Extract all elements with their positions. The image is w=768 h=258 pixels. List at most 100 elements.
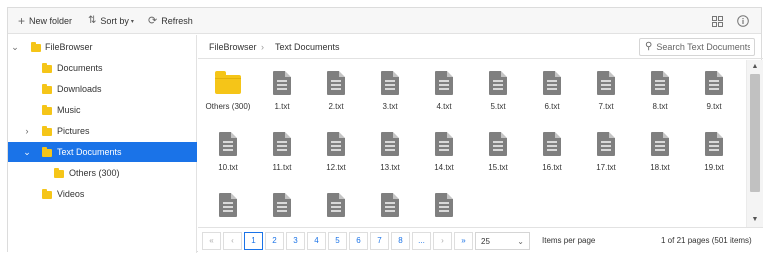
file-name: 18.txt [650, 163, 670, 172]
file-item[interactable]: 17.txt [579, 124, 633, 184]
file-item[interactable]: 12.txt [309, 124, 363, 184]
page-button-5[interactable]: 5 [328, 232, 347, 250]
file-item[interactable]: 3.txt [363, 63, 417, 123]
text-line [709, 149, 719, 151]
text-file-icon [219, 193, 237, 217]
folder-icon [42, 63, 52, 73]
previous-page-button[interactable]: ‹ [223, 232, 242, 250]
file-item[interactable]: 16.txt [525, 124, 579, 184]
page-button-7[interactable]: 7 [370, 232, 389, 250]
file-item[interactable]: 5.txt [471, 63, 525, 123]
file-item[interactable]: 9.txt [687, 63, 741, 123]
text-file-icon [327, 193, 345, 217]
breadcrumb-item-filebrowser[interactable]: FileBrowser [209, 35, 257, 59]
file-item[interactable]: 19.txt [687, 124, 741, 184]
page-button-1[interactable]: 1 [244, 232, 263, 250]
file-item[interactable]: 18.txt [633, 124, 687, 184]
text-line [655, 141, 665, 143]
text-file-icon [381, 193, 399, 217]
tree-label: Others (300) [69, 168, 120, 178]
text-file-icon [381, 71, 399, 95]
sort-icon: ⇅ [88, 15, 97, 26]
tree-label: Documents [57, 63, 103, 73]
file-item[interactable]: 8.txt [633, 63, 687, 123]
file-item[interactable]: 10.txt [201, 124, 255, 184]
file-item[interactable] [201, 185, 255, 227]
text-line [601, 84, 611, 86]
file-item[interactable] [309, 185, 363, 227]
new-folder-button[interactable]: + New folder [18, 8, 72, 34]
file-item[interactable] [363, 185, 417, 227]
details-button[interactable] [737, 8, 749, 34]
file-item[interactable] [255, 185, 309, 227]
folder-icon [42, 84, 52, 94]
items-per-page-label: Items per page [542, 236, 596, 245]
new-folder-label: New folder [29, 16, 73, 26]
tree-label: FileBrowser [45, 42, 93, 52]
page-button-8[interactable]: 8 [391, 232, 410, 250]
text-line [331, 202, 341, 204]
page-button-4[interactable]: 4 [307, 232, 326, 250]
text-file-icon [219, 132, 237, 156]
text-line [385, 210, 395, 212]
tree-item-music[interactable]: Music [8, 100, 197, 120]
more-pages-button[interactable]: ... [412, 232, 431, 250]
page-size-value: 25 [481, 236, 490, 246]
text-line [493, 145, 503, 147]
file-item[interactable]: 11.txt [255, 124, 309, 184]
file-item[interactable] [417, 185, 471, 227]
tree-item-filebrowser[interactable]: ⌄ FileBrowser [8, 37, 197, 57]
file-item[interactable]: 2.txt [309, 63, 363, 123]
text-line [601, 149, 611, 151]
text-line [331, 88, 341, 90]
file-name: 1.txt [274, 102, 290, 111]
scrollbar-thumb[interactable] [750, 74, 760, 192]
tree-item-documents[interactable]: Documents [8, 58, 197, 78]
refresh-button[interactable]: ⟳ Refresh [148, 8, 193, 34]
tree-item-downloads[interactable]: Downloads [8, 79, 197, 99]
tree-item-others[interactable]: Others (300) [8, 163, 197, 183]
page-button-3[interactable]: 3 [286, 232, 305, 250]
text-line [439, 80, 449, 82]
grid-view-button[interactable] [712, 8, 723, 34]
next-page-button[interactable]: › [433, 232, 452, 250]
file-name: 19.txt [704, 163, 724, 172]
text-line [439, 84, 449, 86]
file-item[interactable]: 1.txt [255, 63, 309, 123]
tree-item-videos[interactable]: Videos [8, 184, 197, 204]
text-line [277, 206, 287, 208]
page-button-2[interactable]: 2 [265, 232, 284, 250]
tree-label: Text Documents [57, 147, 122, 157]
file-name: 16.txt [542, 163, 562, 172]
text-line [223, 202, 233, 204]
page-button-6[interactable]: 6 [349, 232, 368, 250]
scroll-up-arrow-icon[interactable]: ▲ [747, 61, 763, 73]
text-line [223, 145, 233, 147]
chevron-down-icon[interactable]: ⌄ [22, 147, 32, 158]
text-line [277, 202, 287, 204]
file-item[interactable]: 15.txt [471, 124, 525, 184]
chevron-down-icon[interactable]: ⌄ [10, 42, 20, 53]
file-item[interactable]: 7.txt [579, 63, 633, 123]
file-item[interactable]: 4.txt [417, 63, 471, 123]
text-line [223, 206, 233, 208]
page-size-dropdown[interactable]: 25 ⌄ [475, 232, 530, 250]
plus-icon: + [18, 14, 26, 28]
folder-item[interactable]: Others (300) [201, 63, 255, 123]
search-input[interactable] [656, 42, 751, 52]
file-item[interactable]: 13.txt [363, 124, 417, 184]
search-box[interactable]: ⚲ [639, 38, 755, 56]
scroll-down-arrow-icon[interactable]: ▼ [747, 214, 763, 226]
last-page-button[interactable]: » [454, 232, 473, 250]
file-item[interactable]: 14.txt [417, 124, 471, 184]
chevron-right-icon[interactable]: › [22, 126, 32, 136]
first-page-button[interactable]: « [202, 232, 221, 250]
breadcrumb-item-text-documents[interactable]: Text Documents [275, 35, 340, 59]
tree-item-pictures[interactable]: › Pictures [8, 121, 197, 141]
vertical-scrollbar[interactable]: ▲ ▼ [746, 60, 763, 227]
tree-item-text-documents[interactable]: ⌄ Text Documents [8, 142, 197, 162]
text-line [493, 84, 503, 86]
file-item[interactable]: 6.txt [525, 63, 579, 123]
sort-by-button[interactable]: ⇅ Sort by ▾ [88, 8, 134, 34]
text-file-icon [651, 132, 669, 156]
